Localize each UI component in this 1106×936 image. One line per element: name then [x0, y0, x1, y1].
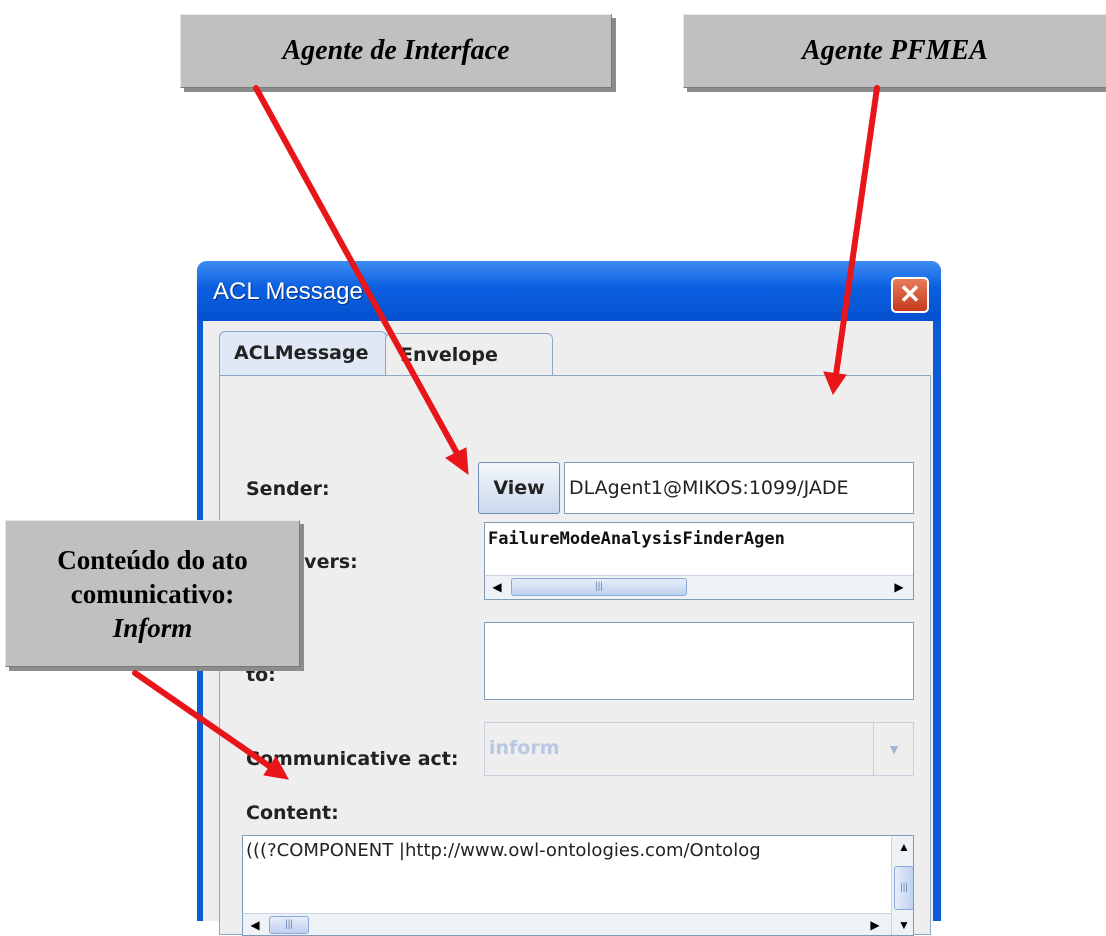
grip-icon: |||: [900, 882, 908, 893]
tab-envelope[interactable]: Envelope: [385, 333, 553, 375]
content-label: Content:: [246, 802, 339, 824]
callout-interface-agent: Agente de Interface: [180, 14, 612, 88]
callout-interface-agent-text: Agente de Interface: [282, 35, 510, 66]
callout-content-line2: comunicativo:: [70, 578, 235, 609]
communicative-act-label: Communicative act:: [246, 748, 459, 770]
scrollbar-thumb[interactable]: |||: [511, 578, 687, 596]
receivers-list[interactable]: FailureModeAnalysisFinderAgen ◀ ||| ▶: [484, 522, 914, 600]
scroll-right-icon[interactable]: ▶: [889, 578, 909, 596]
callout-communicative-act-content: Conteúdo do ato comunicativo: Inform: [5, 520, 300, 667]
dialog-client-area: ACLMessage Envelope Sender: View DLAgent…: [203, 321, 933, 936]
close-icon: ✕: [899, 279, 921, 309]
close-button[interactable]: ✕: [891, 277, 929, 313]
receivers-horizontal-scrollbar[interactable]: ◀ ||| ▶: [485, 575, 913, 599]
content-vertical-scrollbar[interactable]: ▲ ||| ▼: [891, 836, 913, 935]
aclmessage-tab-panel: Sender: View DLAgent1@MIKOS:1099/JADE Re…: [219, 375, 931, 936]
callout-pfmea-agent: Agente PFMEA: [683, 14, 1106, 88]
sender-label: Sender:: [246, 478, 330, 500]
scroll-up-icon[interactable]: ▲: [894, 838, 913, 856]
scroll-left-icon[interactable]: ◀: [245, 916, 265, 934]
reply-to-list[interactable]: [484, 622, 914, 700]
content-horizontal-scrollbar[interactable]: ◀ ||| ▶: [243, 913, 891, 935]
window-title: ACL Message: [213, 278, 363, 305]
receivers-list-item[interactable]: FailureModeAnalysisFinderAgen: [488, 529, 908, 549]
reply-to-label: to:: [246, 664, 276, 686]
grip-icon: |||: [285, 919, 293, 930]
scroll-right-icon[interactable]: ▶: [865, 916, 885, 934]
scroll-down-icon[interactable]: ▼: [894, 916, 913, 934]
scrollbar-thumb[interactable]: |||: [894, 866, 913, 910]
acl-message-window: ACL Message ✕ ACLMessage Envelope Sender…: [197, 261, 941, 936]
callout-pfmea-agent-text: Agente PFMEA: [802, 35, 988, 66]
tab-aclmessage[interactable]: ACLMessage: [219, 331, 387, 377]
chevron-down-icon[interactable]: ▼: [873, 723, 914, 775]
sender-field[interactable]: DLAgent1@MIKOS:1099/JADE: [564, 462, 914, 514]
content-textarea[interactable]: (((?COMPONENT |http://www.owl-ontologies…: [242, 835, 914, 936]
callout-content-line1: Conteúdo do ato: [57, 544, 248, 575]
scrollbar-thumb[interactable]: |||: [269, 916, 309, 934]
communicative-act-select[interactable]: inform ▼: [484, 722, 914, 776]
view-button[interactable]: View: [478, 462, 560, 514]
grip-icon: |||: [595, 581, 603, 592]
callout-content-line3: Inform: [112, 612, 193, 643]
scroll-left-icon[interactable]: ◀: [487, 578, 507, 596]
communicative-act-value: inform: [489, 737, 560, 759]
content-text[interactable]: (((?COMPONENT |http://www.owl-ontologies…: [246, 840, 864, 861]
title-bar[interactable]: ACL Message ✕: [197, 261, 941, 321]
